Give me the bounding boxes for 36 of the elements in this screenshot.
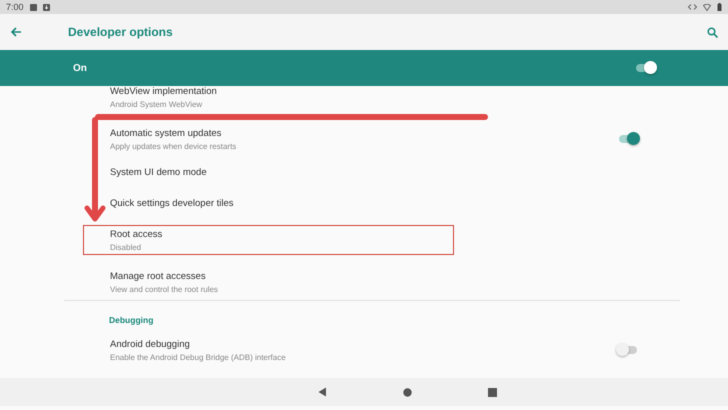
search-icon[interactable] (707, 26, 718, 38)
back-icon[interactable] (318, 387, 326, 397)
section-header: Debugging (109, 315, 154, 325)
master-switch-label: On (73, 62, 88, 74)
screen-title: Developer options (68, 25, 173, 39)
setting-item[interactable]: System UI demo mode (83, 163, 638, 181)
setting-item[interactable]: Root access Disabled (83, 225, 454, 255)
setting-summary: Disabled (110, 242, 142, 252)
setting-title: Automatic system updates (110, 128, 222, 138)
notification-icon (30, 4, 37, 10)
toggle-switch[interactable] (619, 346, 637, 354)
setting-summary: Enable the Android Debug Bridge (ADB) interface (110, 352, 287, 362)
setting-title: Android debugging (110, 338, 191, 350)
toggle-switch[interactable] (636, 64, 654, 72)
setting-item[interactable]: Automatic system updates Apply updates when device restarts (83, 124, 638, 154)
home-icon[interactable] (402, 388, 412, 396)
download-icon (42, 4, 50, 10)
wifi-icon (703, 4, 711, 10)
setting-summary: View and control the root rules (110, 284, 219, 294)
code-icon (688, 4, 697, 10)
setting-title: Manage root accesses (110, 270, 207, 282)
setting-title: Root access (110, 228, 164, 240)
setting-summary: Apply updates when device restarts (110, 142, 238, 150)
toggle-switch[interactable] (619, 135, 637, 143)
setting-item[interactable]: Android debugging Enable the Android Debug Bridge (ADB) interface (83, 335, 638, 365)
setting-title: System UI demo mode (110, 166, 208, 178)
setting-item[interactable]: Quick settings developer tiles (83, 194, 638, 212)
setting-title: Quick settings developer tiles (110, 198, 235, 208)
back-arrow-icon[interactable] (10, 26, 22, 38)
battery-icon (717, 3, 722, 11)
clock: 7:00 (6, 2, 24, 12)
setting-title: WebView implementation (110, 86, 218, 96)
setting-summary: Android System WebView (110, 100, 204, 108)
setting-item[interactable]: WebView implementation Android System WebView (83, 82, 638, 112)
setting-item[interactable]: Manage root accesses View and control the root rules (83, 267, 638, 297)
recents-icon[interactable] (488, 388, 496, 396)
